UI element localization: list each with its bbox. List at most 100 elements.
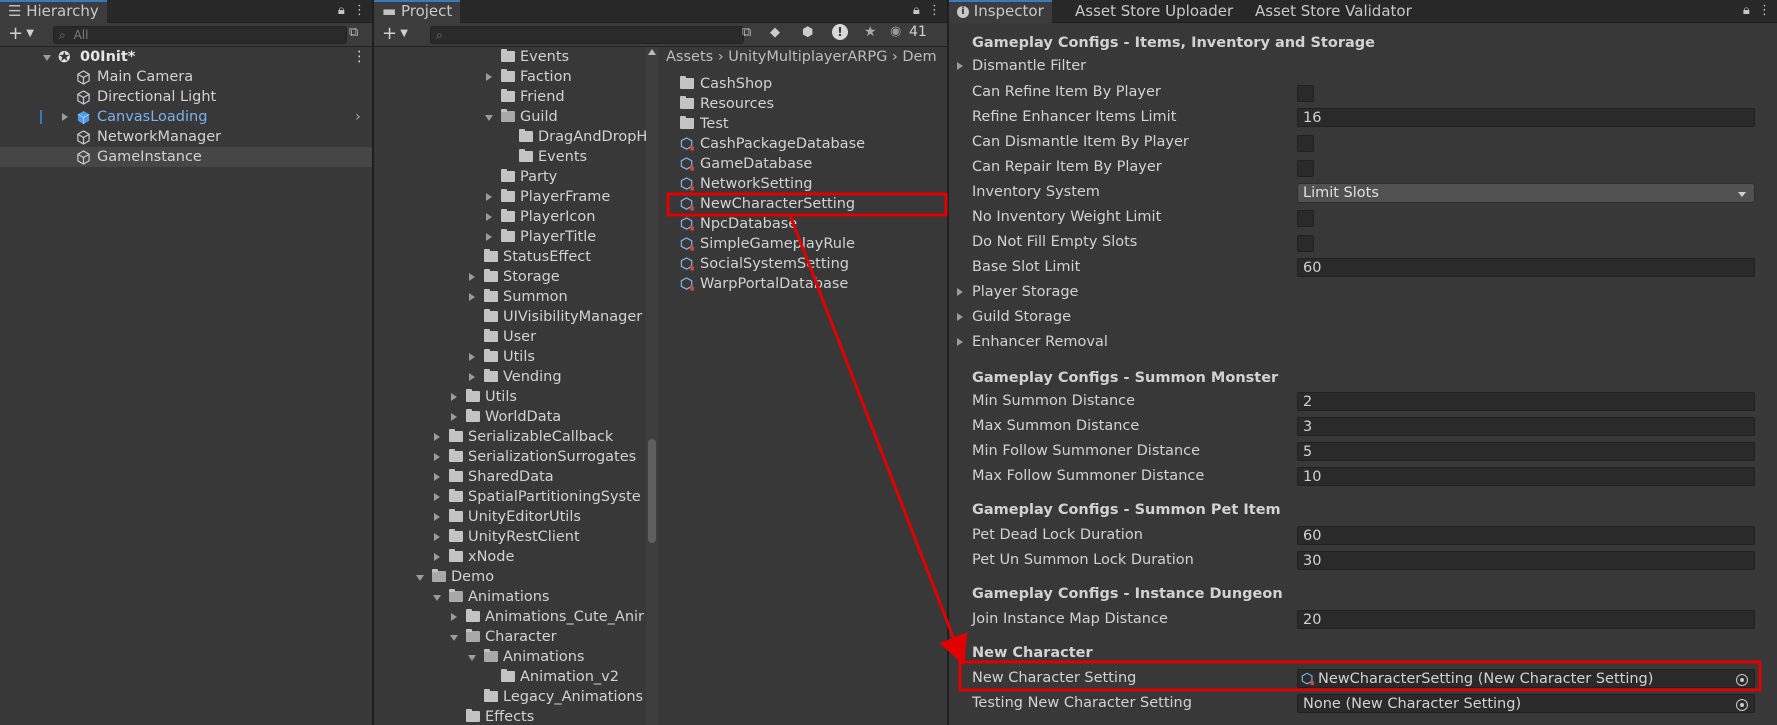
collapse-arrow-icon[interactable]	[432, 587, 444, 607]
search-options-icon[interactable]: ⧉	[349, 25, 358, 40]
asset-item[interactable]: WarpPortalDatabase	[660, 274, 947, 294]
expand-arrow-icon[interactable]	[42, 47, 54, 67]
expand-arrow-icon[interactable]	[449, 607, 461, 627]
folder-item[interactable]: Animations_Cute_Anir	[374, 607, 646, 627]
folder-item[interactable]: Animations	[374, 587, 646, 607]
expand-arrow-icon[interactable]	[467, 347, 479, 367]
hierarchy-item[interactable]: NetworkManager	[0, 127, 372, 147]
folder-item[interactable]: Legacy_Animations	[374, 687, 646, 707]
expand-arrow-icon[interactable]	[432, 507, 444, 527]
folder-item[interactable]: UnityRestClient	[374, 527, 646, 547]
folder-item[interactable]: PlayerFrame	[374, 187, 646, 207]
folder-item[interactable]: SpatialPartitioningSyste	[374, 487, 646, 507]
breadcrumb-item[interactable]: Assets	[666, 49, 713, 65]
expand-arrow-icon[interactable]	[449, 407, 461, 427]
breadcrumb-item[interactable]: Dem	[902, 49, 936, 65]
expand-arrow-icon[interactable]	[432, 467, 444, 487]
scroll-up-arrow-icon[interactable]	[648, 49, 656, 55]
folder-item[interactable]: PlayerTitle	[374, 227, 646, 247]
asset-item[interactable]: SocialSystemSetting	[660, 254, 947, 274]
expand-arrow-icon[interactable]	[484, 67, 496, 87]
folder-item[interactable]: Events	[374, 47, 646, 67]
hierarchy-item[interactable]: Main Camera	[0, 67, 372, 87]
hierarchy-search-input[interactable]: ⌕ All	[53, 26, 347, 44]
folder-item[interactable]: Events	[374, 147, 646, 167]
expand-arrow-icon[interactable]	[484, 227, 496, 247]
chevron-right-icon[interactable]: ›	[355, 107, 361, 127]
folder-item[interactable]: Vending	[374, 367, 646, 387]
folder-item[interactable]: Animation_v2	[374, 667, 646, 687]
asset-item[interactable]: Resources	[660, 94, 947, 114]
folder-item[interactable]: UnityEditorUtils	[374, 507, 646, 527]
visibility-eye-icon[interactable]: ◉	[890, 24, 901, 39]
folder-item[interactable]: Faction	[374, 67, 646, 87]
asset-item[interactable]: NetworkSetting	[660, 174, 947, 194]
asset-item[interactable]: GameDatabase	[660, 154, 947, 174]
folder-item[interactable]: DragAndDropH	[374, 127, 647, 147]
folder-item[interactable]: SerializableCallback	[374, 427, 646, 447]
lock-icon[interactable]: 🔒︎	[1743, 3, 1750, 18]
more-menu-icon[interactable]: ⋮	[928, 3, 941, 18]
create-button[interactable]: + ▼	[382, 23, 408, 45]
folder-item[interactable]: Guild	[374, 107, 646, 127]
project-search-input[interactable]: ⌕	[430, 26, 744, 44]
scrollbar-thumb[interactable]	[648, 439, 656, 543]
expand-arrow-icon[interactable]	[484, 207, 496, 227]
scene-row[interactable]: ✪ 00Init* ⋮	[0, 47, 372, 67]
folder-item[interactable]: xNode	[374, 547, 646, 567]
folder-item[interactable]: SerializationSurrogates	[374, 447, 646, 467]
folder-item[interactable]: SharedData	[374, 467, 646, 487]
expand-arrow-icon[interactable]	[432, 447, 444, 467]
expand-arrow-icon[interactable]	[432, 547, 444, 567]
warning-filter-icon[interactable]: !	[832, 24, 848, 40]
folder-item[interactable]: Effects	[374, 707, 646, 725]
create-button[interactable]: + ▼	[8, 23, 34, 45]
expand-arrow-icon[interactable]	[432, 427, 444, 447]
tab-asset-store-uploader[interactable]: Asset Store Uploader	[1067, 0, 1241, 22]
breadcrumb-item[interactable]: UnityMultiplayerARPG	[728, 49, 887, 65]
expand-arrow-icon[interactable]	[467, 287, 479, 307]
tab-hierarchy[interactable]: ☰ Hierarchy	[0, 0, 107, 23]
more-menu-icon[interactable]: ⋮	[1758, 3, 1771, 18]
asset-item[interactable]: NpcDatabase	[660, 214, 947, 234]
folder-item[interactable]: Summon	[374, 287, 646, 307]
folder-item[interactable]: UIVisibilityManager	[374, 307, 646, 327]
expand-arrow-icon[interactable]	[449, 387, 461, 407]
hierarchy-item[interactable]: GameInstance	[0, 147, 372, 167]
tab-project[interactable]: ▬ Project	[374, 0, 461, 23]
folder-item[interactable]: PlayerIcon	[374, 207, 646, 227]
expand-arrow-icon[interactable]	[467, 367, 479, 387]
folder-item[interactable]: Character	[374, 627, 646, 647]
folder-item[interactable]: Demo	[374, 567, 646, 587]
expand-arrow-icon[interactable]	[432, 527, 444, 547]
asset-item[interactable]: CashPackageDatabase	[660, 134, 947, 154]
expand-arrow-icon[interactable]	[60, 107, 72, 127]
lock-icon[interactable]: 🔒︎	[913, 3, 920, 18]
filter-by-label-icon[interactable]: ⬢	[802, 25, 813, 40]
folder-item[interactable]: User	[374, 327, 646, 347]
filter-by-type-icon[interactable]: ◆	[770, 25, 780, 40]
hierarchy-item[interactable]: CanvasLoading ›	[0, 107, 372, 127]
expand-arrow-icon[interactable]	[467, 267, 479, 287]
folder-item[interactable]: WorldData	[374, 407, 646, 427]
asset-item-selected[interactable]: NewCharacterSetting	[660, 194, 947, 214]
collapse-arrow-icon[interactable]	[415, 567, 427, 587]
favorites-star-icon[interactable]: ★	[864, 24, 877, 40]
folder-item[interactable]: Storage	[374, 267, 646, 287]
folder-item[interactable]: StatusEffect	[374, 247, 646, 267]
lock-icon[interactable]: 🔒︎	[338, 3, 345, 18]
search-options-icon[interactable]: ⧉	[742, 25, 751, 40]
collapse-arrow-icon[interactable]	[484, 107, 496, 127]
folder-item[interactable]: Animations	[374, 647, 646, 667]
expand-arrow-icon[interactable]	[484, 187, 496, 207]
scene-menu-icon[interactable]: ⋮	[352, 47, 367, 67]
hierarchy-item[interactable]: Directional Light	[0, 87, 372, 107]
asset-item[interactable]: Test	[660, 114, 947, 134]
folder-item[interactable]: Utils	[374, 387, 646, 407]
asset-item[interactable]: SimpleGameplayRule	[660, 234, 947, 254]
asset-item[interactable]: CashShop	[660, 74, 947, 94]
expand-arrow-icon[interactable]	[432, 487, 444, 507]
collapse-arrow-icon[interactable]	[467, 647, 479, 667]
tab-inspector[interactable]: i Inspector	[949, 0, 1052, 23]
folder-tree-scrollbar[interactable]	[646, 47, 658, 725]
